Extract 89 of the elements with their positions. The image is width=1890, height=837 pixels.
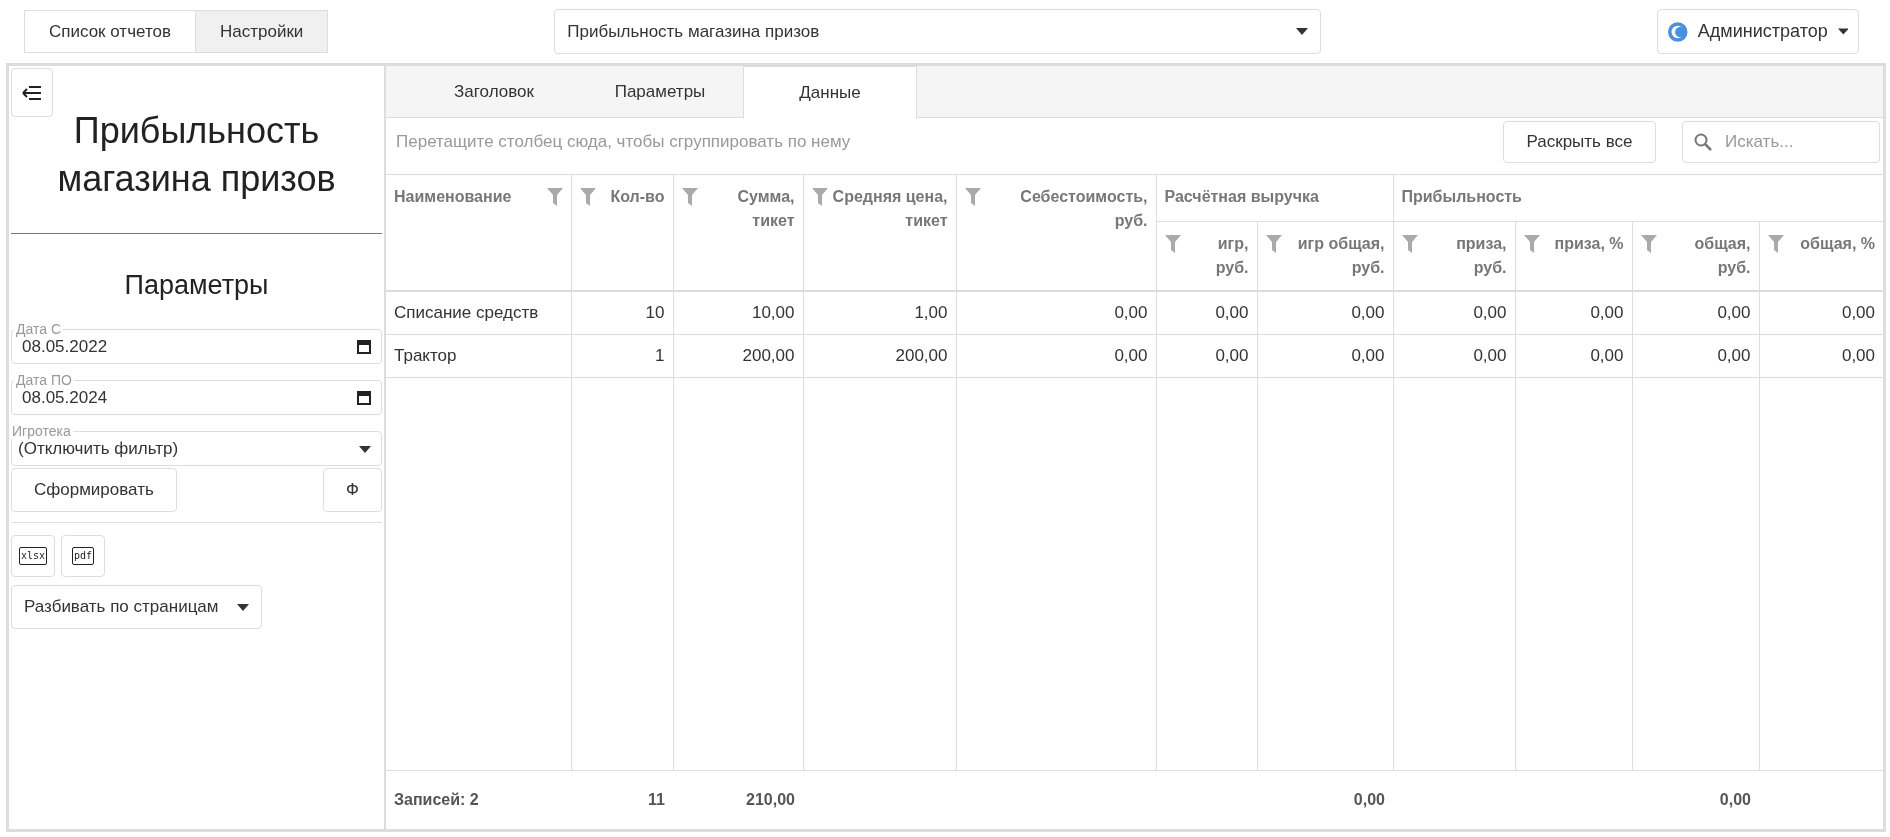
column-group-header: Расчётная выручка	[1164, 188, 1319, 205]
report-select[interactable]: Прибыльность магазина призов	[554, 9, 1322, 54]
table-cell: 10,00	[751, 303, 795, 322]
column-header: Средняя цена, тикет	[831, 187, 948, 231]
table-cell: 200,00	[895, 346, 948, 365]
column-group-header: Прибыльность	[1401, 188, 1522, 205]
column-header: Наименование	[394, 187, 512, 207]
table-cell: 0,00	[1717, 346, 1751, 365]
table-cell: Трактор	[394, 346, 457, 365]
table-cell: 10	[645, 303, 665, 322]
table-cell: 0,00	[1215, 346, 1249, 365]
total-cell: 11	[648, 791, 665, 808]
table-cell: 0,00	[1473, 346, 1507, 365]
report-title: Прибыльность магазина призов	[11, 107, 382, 234]
table-cell: 200,00	[742, 346, 795, 365]
field-value: 08.05.2022	[22, 337, 108, 357]
tab[interactable]: Данные	[743, 66, 917, 118]
total-cell: 0,00	[1353, 791, 1385, 808]
column-header: игр общая, руб.	[1296, 234, 1385, 278]
tab[interactable]: Заголовок	[411, 66, 577, 118]
caret-icon	[236, 603, 249, 611]
filter-icon	[1640, 235, 1657, 253]
table-cell: 0,00	[1590, 303, 1624, 322]
table-cell: Списание средств	[394, 303, 539, 322]
field-label: Игротека	[11, 423, 72, 439]
filter-icon	[1523, 235, 1540, 253]
filter-icon	[811, 188, 828, 206]
table-cell: 0,00	[1841, 303, 1875, 322]
column-header: приза, руб.	[1455, 234, 1507, 278]
select-value: Прибыльность магазина призов	[567, 21, 820, 42]
filter-icon	[1401, 235, 1418, 253]
paging-select[interactable]: Разбивать по страницам	[11, 585, 262, 629]
user-name: Администратор	[1697, 21, 1828, 42]
total-cell: 0,00	[1719, 791, 1751, 808]
generate-button[interactable]: Сформировать	[11, 468, 177, 512]
column-header: Кол-во	[610, 187, 665, 207]
filter-icon	[1265, 235, 1282, 253]
date-field[interactable]: Дата С 08.05.2022	[11, 321, 382, 364]
collapse-sidebar-button[interactable]	[11, 68, 53, 117]
filter-icon	[546, 188, 563, 206]
avatar-icon	[1668, 20, 1688, 43]
table-cell: 0,00	[1351, 303, 1385, 322]
filter-icon	[579, 188, 596, 206]
search-field[interactable]: Искать...	[1682, 121, 1880, 163]
export-button[interactable]: pdf	[61, 535, 105, 577]
table-cell: 1	[655, 346, 665, 365]
total-cell: Записей: 2	[394, 791, 479, 808]
filter-icon	[1164, 235, 1181, 253]
table-cell: 0,00	[1841, 346, 1875, 365]
export-button[interactable]: xlsx	[11, 535, 55, 577]
column-header: игр, руб.	[1214, 234, 1249, 278]
table-cell: 0,00	[1215, 303, 1249, 322]
user-menu[interactable]: Администратор	[1657, 9, 1860, 54]
column-header: общая, руб.	[1693, 234, 1751, 278]
search-icon	[1694, 133, 1712, 151]
select-value: Разбивать по страницам	[24, 597, 219, 617]
field-label: Дата ПО	[15, 372, 73, 388]
column-header: Себестоимость, руб.	[1019, 187, 1148, 231]
section-heading: Параметры	[123, 270, 270, 301]
date-field[interactable]: Дата ПО 08.05.2024	[11, 372, 382, 415]
caret-icon	[1296, 28, 1309, 35]
select-field[interactable]: Игротека (Отключить фильтр)	[11, 423, 382, 466]
table-cell: 1,00	[914, 303, 948, 322]
caret-icon	[359, 445, 371, 453]
nav-tab[interactable]: Настройки	[195, 11, 328, 52]
f-button[interactable]: Ф	[323, 468, 382, 512]
total-cell: 210,00	[746, 791, 795, 808]
table-cell: 0,00	[1590, 346, 1624, 365]
field-value: 08.05.2024	[22, 388, 108, 408]
calendar-icon	[357, 391, 371, 405]
table-cell: 0,00	[1351, 346, 1385, 365]
filter-icon	[681, 188, 698, 206]
filter-icon	[1767, 235, 1784, 253]
filter-icon	[964, 188, 981, 206]
column-header: общая, %	[1800, 234, 1875, 254]
group-hint: Перетащите столбец сюда, чтобы сгруппировать по нему	[395, 132, 852, 152]
column-header: Сумма, тикет	[736, 187, 795, 231]
tab[interactable]: Параметры	[577, 66, 743, 118]
calendar-icon	[357, 340, 371, 354]
table-cell: 0,00	[1717, 303, 1751, 322]
field-label: Дата С	[15, 321, 62, 337]
column-header: приза, %	[1554, 234, 1624, 254]
expand-all-button[interactable]: Раскрыть все	[1503, 121, 1656, 163]
collapse-icon	[22, 84, 42, 101]
caret-icon	[1837, 28, 1849, 35]
table-cell: 0,00	[1114, 346, 1148, 365]
table-cell: 0,00	[1114, 303, 1148, 322]
field-value: (Отключить фильтр)	[18, 439, 179, 459]
table-cell: 0,00	[1473, 303, 1507, 322]
